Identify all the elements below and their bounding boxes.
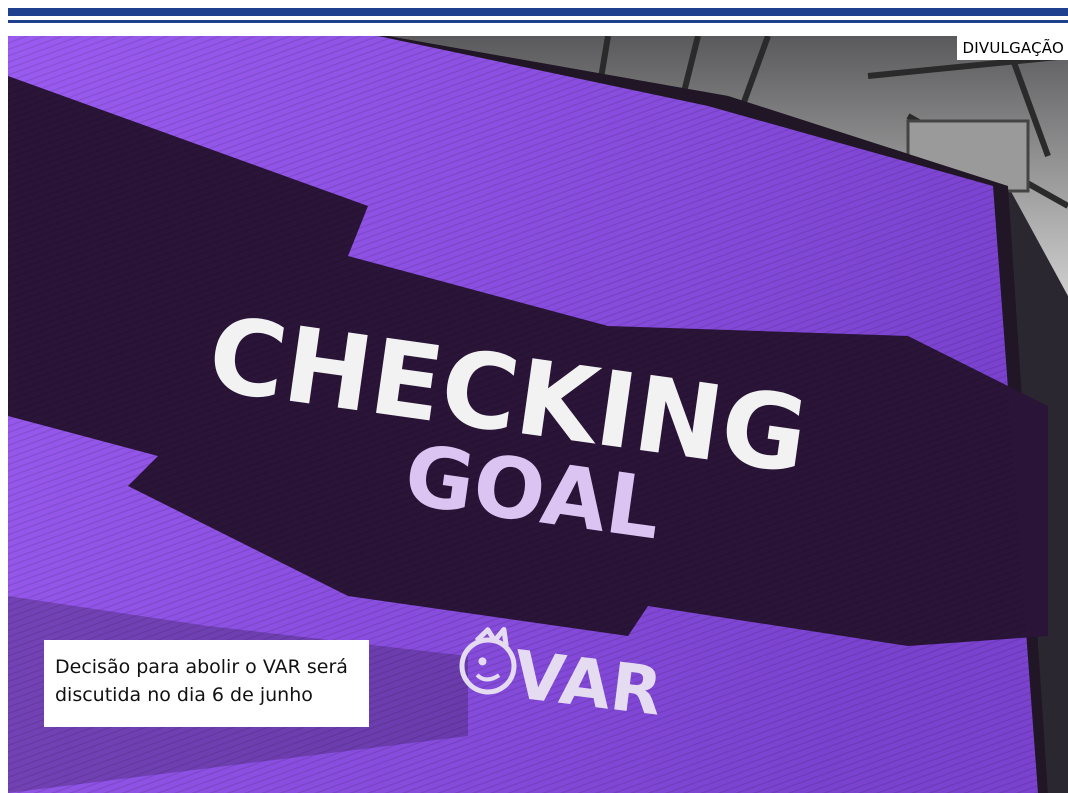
photo-credit: DIVULGAÇÃO: [956, 36, 1068, 60]
header-rule-thin: [8, 20, 1068, 23]
photo-caption: Decisão para abolir o VAR será discutida…: [44, 640, 369, 727]
header-rule-thick: [8, 8, 1068, 16]
caption-line-1: Decisão para abolir o VAR será: [55, 656, 348, 678]
caption-line-2: discutida no dia 6 de junho: [55, 684, 313, 706]
